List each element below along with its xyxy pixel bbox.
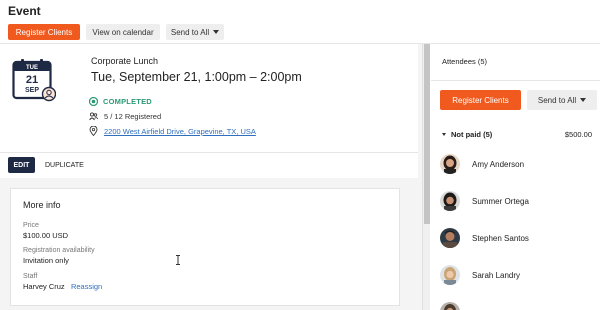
status-check-icon — [89, 97, 98, 106]
view-on-calendar-button[interactable]: View on calendar — [86, 24, 160, 40]
more-info-card: More info Price $100.00 USD Registration… — [10, 188, 400, 306]
chevron-down-icon — [213, 30, 220, 34]
avatar — [440, 228, 460, 248]
group-label: Not paid (5) — [451, 130, 493, 139]
tab-duplicate[interactable]: DUPLICATE — [45, 157, 84, 173]
location-pin-icon — [89, 126, 98, 136]
price-label: Price — [23, 222, 39, 229]
avatar — [440, 154, 460, 174]
register-clients-button[interactable]: Register Clients — [8, 24, 80, 40]
attendee-row[interactable] — [440, 302, 460, 310]
reassign-link[interactable]: Reassign — [71, 282, 102, 291]
price-value: $100.00 USD — [23, 231, 69, 240]
avatar — [440, 265, 460, 285]
collapse-arrow-icon — [442, 133, 446, 136]
attendees-send-button[interactable]: Send to All — [527, 90, 597, 110]
page-title: Event — [8, 4, 41, 18]
calendar-date: 21 — [26, 74, 38, 86]
event-title: Corporate Lunch — [91, 56, 159, 66]
avatar — [440, 302, 460, 310]
attendees-title: Attendees (5) — [442, 57, 488, 66]
top-bar: Event Register Clients View on calendar … — [0, 0, 600, 44]
tab-edit[interactable]: EDIT — [8, 157, 35, 173]
staff-row: Harvey Cruz Reassign — [23, 282, 102, 291]
availability-label: Registration availability — [23, 247, 95, 254]
group-amount: $500.00 — [564, 130, 592, 139]
attendee-name: Sarah Landry — [472, 270, 521, 280]
staff-name: Harvey Cruz — [23, 282, 65, 291]
event-action-tabs: EDIT DUPLICATE — [0, 152, 418, 178]
registered-row: 5 / 12 Registered — [89, 112, 161, 121]
registered-count: 5 / 12 Registered — [104, 112, 162, 121]
availability-value: Invitation only — [23, 256, 69, 265]
calendar-day: TUE — [26, 65, 38, 71]
event-status: COMPLETED — [89, 97, 152, 106]
attendee-row[interactable]: Amy Anderson — [440, 154, 524, 174]
divider — [431, 80, 600, 81]
address-row: 2200 West Airfield Drive, Grapevine, TX,… — [89, 126, 256, 136]
calendar-month: SEP — [25, 87, 39, 94]
attendee-name: Amy Anderson — [472, 159, 525, 169]
status-badge: COMPLETED — [103, 97, 152, 106]
send-to-all-button[interactable]: Send to All — [166, 24, 224, 40]
event-summary-card: TUE 21 SEP Corporate Lunch Tue, Septembe… — [0, 44, 418, 152]
scrollbar[interactable] — [422, 44, 430, 310]
event-details-panel: TUE 21 SEP Corporate Lunch Tue, Septembe… — [0, 44, 422, 310]
avatar — [440, 191, 460, 211]
attendee-name: Summer Ortega — [472, 196, 529, 206]
scrollbar-thumb[interactable] — [424, 44, 430, 224]
attendees-send-label: Send to All — [537, 95, 577, 105]
chevron-down-icon — [580, 98, 587, 102]
event-address-link[interactable]: 2200 West Airfield Drive, Grapevine, TX,… — [104, 127, 256, 136]
staff-label: Staff — [23, 273, 38, 280]
send-to-all-label: Send to All — [170, 27, 210, 37]
people-icon — [89, 112, 98, 121]
attendee-row[interactable]: Stephen Santos — [440, 228, 529, 248]
calendar-icon: TUE 21 SEP — [12, 59, 56, 102]
attendee-row[interactable]: Summer Ortega — [440, 191, 529, 211]
event-datetime: Tue, September 21, 1:00pm – 2:00pm — [91, 70, 302, 84]
attendees-register-button[interactable]: Register Clients — [440, 90, 521, 110]
not-paid-group[interactable]: Not paid (5) $500.00 — [442, 130, 592, 139]
attendee-name: Stephen Santos — [472, 233, 529, 243]
text-cursor-icon — [176, 255, 180, 265]
attendees-panel: Attendees (5) Register Clients Send to A… — [431, 44, 600, 310]
more-info-title: More info — [23, 200, 61, 210]
attendee-row[interactable]: Sarah Landry — [440, 265, 520, 285]
